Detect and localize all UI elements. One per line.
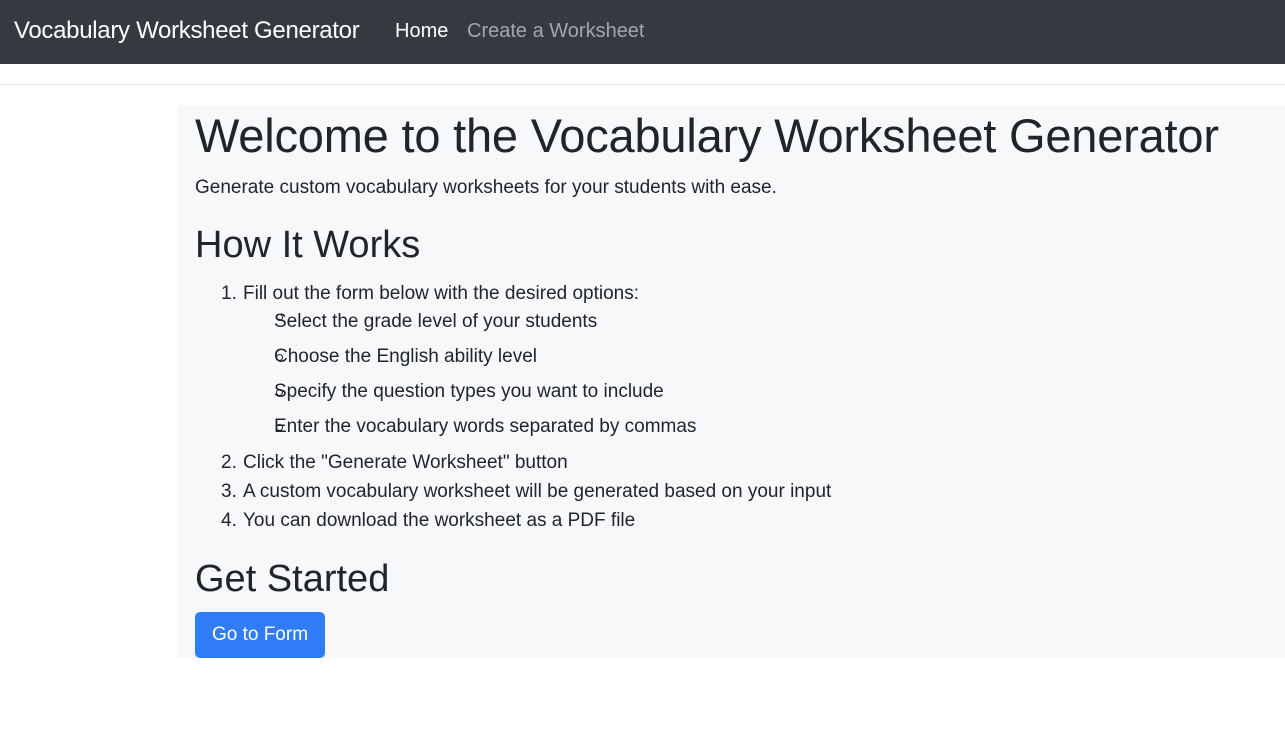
substep-item-question-types: Specify the question types you want to i…: [274, 381, 664, 402]
step-number: 1.: [221, 283, 237, 304]
get-started-heading: Get Started: [195, 558, 390, 600]
navbar-brand[interactable]: Vocabulary Worksheet Generator: [14, 15, 360, 47]
step-text: You can download the worksheet as a PDF …: [243, 510, 636, 531]
top-navbar: Vocabulary Worksheet Generator Home Crea…: [0, 0, 1285, 64]
step-item-2: 2. Click the "Generate Worksheet" button: [221, 450, 568, 476]
nav-link-home[interactable]: Home: [395, 18, 448, 44]
step-number: 3.: [221, 481, 237, 502]
page-title: Welcome to the Vocabulary Worksheet Gene…: [195, 109, 1219, 162]
step-number: 2.: [221, 452, 237, 473]
step-item-4: 4. You can download the worksheet as a PD…: [221, 508, 635, 534]
substep-item-vocabulary: Enter the vocabulary words separated by …: [274, 416, 697, 437]
nav-link-create-worksheet[interactable]: Create a Worksheet: [467, 18, 645, 44]
substep-item-grade: Select the grade level of your students: [274, 311, 598, 332]
go-to-form-button[interactable]: Go to Form: [195, 612, 325, 658]
step-text: Click the "Generate Worksheet" button: [243, 452, 568, 473]
step-text: A custom vocabulary worksheet will be ge…: [243, 481, 832, 502]
step-item-3: 3. A custom vocabulary worksheet will be …: [221, 479, 831, 505]
step-number: 4.: [221, 510, 237, 531]
divider: [0, 84, 1285, 85]
how-it-works-heading: How It Works: [195, 224, 421, 266]
lead-text: Generate custom vocabulary worksheets fo…: [195, 177, 777, 198]
step-item-1: 1. Fill out the form below with the desir…: [221, 281, 639, 307]
welcome-jumbotron: Welcome to the Vocabulary Worksheet Gene…: [177, 105, 1285, 658]
step-text: Fill out the form below with the desired…: [243, 283, 640, 304]
substep-item-ability: Choose the English ability level: [274, 346, 537, 367]
